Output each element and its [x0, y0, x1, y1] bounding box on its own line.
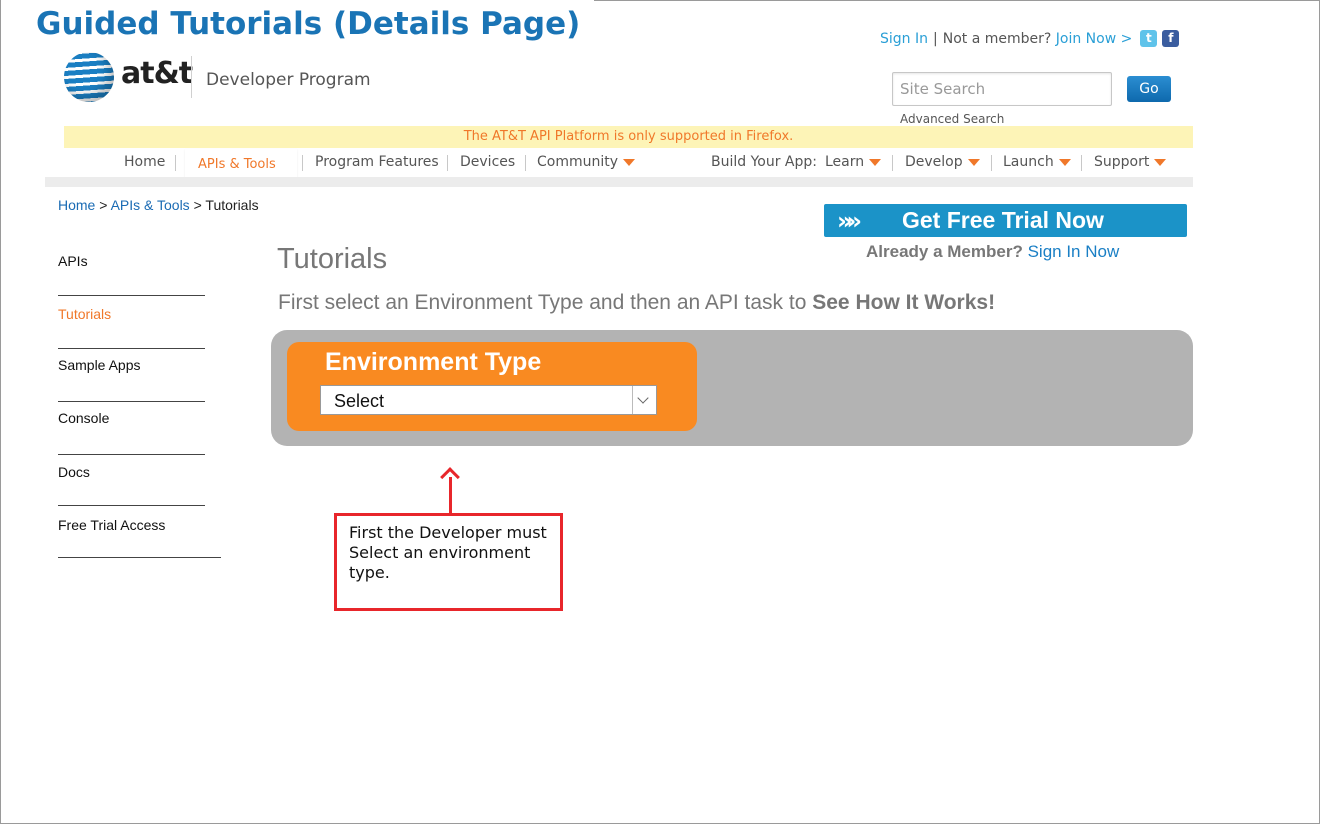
- twitter-icon[interactable]: t: [1140, 30, 1158, 47]
- sidebar-divider: [58, 295, 205, 296]
- nav-apis-tools[interactable]: APIs & Tools: [185, 149, 297, 180]
- environment-type-select[interactable]: Select: [320, 385, 657, 415]
- breadcrumb-sep: >: [193, 197, 202, 213]
- sidebar-item-console[interactable]: Console: [58, 410, 109, 426]
- get-free-trial-button[interactable]: »» Get Free Trial Now: [824, 204, 1187, 237]
- breadcrumb-current: Tutorials: [205, 197, 259, 213]
- nav-divider: [302, 155, 303, 171]
- chevron-down-icon[interactable]: [632, 386, 656, 414]
- chevron-down-icon: [869, 158, 882, 166]
- nav-divider: [525, 155, 526, 171]
- main-nav: Home APIs & Tools Program Features Devic…: [45, 149, 1193, 180]
- breadcrumb-sep: >: [99, 197, 108, 213]
- logo-divider: [191, 56, 192, 98]
- get-free-trial-label: Get Free Trial Now: [902, 207, 1104, 233]
- sidebar-divider: [58, 454, 205, 455]
- chevron-down-icon: [967, 158, 980, 166]
- sidebar-item-tutorials[interactable]: Tutorials: [58, 306, 111, 322]
- sidebar-item-sample-apps[interactable]: Sample Apps: [58, 357, 141, 373]
- environment-type-label: Environment Type: [325, 348, 542, 376]
- nav-divider: [175, 155, 176, 171]
- build-your-app-label: Build Your App:: [711, 154, 817, 170]
- search-go-button[interactable]: Go: [1127, 76, 1171, 102]
- instruction-prefix: First select an Environment Type and the…: [278, 291, 807, 314]
- sidebar-divider: [58, 401, 205, 402]
- sign-in-link[interactable]: Sign In: [880, 31, 928, 47]
- facebook-icon[interactable]: f: [1162, 30, 1180, 47]
- join-now-link[interactable]: Join Now >: [1056, 31, 1133, 47]
- doc-title: Guided Tutorials (Details Page): [36, 6, 581, 42]
- nav-devices[interactable]: Devices: [460, 154, 515, 170]
- nav-develop-label: Develop: [905, 154, 963, 170]
- member-prompt: Already a Member? Sign In Now: [866, 242, 1119, 262]
- chevron-down-icon: [623, 158, 636, 166]
- nav-divider: [1081, 155, 1082, 171]
- environment-select-value: Select: [334, 391, 385, 411]
- nav-underline-bar: [45, 177, 1193, 187]
- nav-support[interactable]: Support: [1094, 154, 1167, 170]
- frame-top-line: [594, 0, 1320, 1]
- nav-develop[interactable]: Develop: [905, 154, 980, 170]
- instruction-emphasis: See How It Works!: [812, 291, 996, 314]
- breadcrumb-apis-tools[interactable]: APIs & Tools: [111, 197, 190, 213]
- nav-launch[interactable]: Launch: [1003, 154, 1071, 170]
- nav-support-label: Support: [1094, 154, 1150, 170]
- environment-type-box: Environment Type Select: [287, 342, 697, 431]
- nav-launch-label: Launch: [1003, 154, 1054, 170]
- advanced-search-link[interactable]: Advanced Search: [900, 112, 1004, 126]
- nav-apis-tools-label: APIs & Tools: [198, 157, 276, 172]
- chevron-down-icon: [1058, 158, 1071, 166]
- nav-learn-label: Learn: [825, 154, 865, 170]
- sidebar-item-docs[interactable]: Docs: [58, 464, 90, 480]
- nav-divider: [991, 155, 992, 171]
- site-search-input[interactable]: [892, 72, 1112, 106]
- link-separator: |: [933, 30, 938, 47]
- breadcrumb-home[interactable]: Home: [58, 197, 95, 213]
- sign-in-now-link[interactable]: Sign In Now: [1028, 242, 1120, 261]
- breadcrumb: Home > APIs & Tools > Tutorials: [58, 197, 259, 213]
- program-name: Developer Program: [206, 70, 371, 90]
- account-links: Sign In | Not a member? Join Now > t f: [880, 30, 1180, 47]
- sidebar-item-free-trial-access[interactable]: Free Trial Access: [58, 517, 165, 533]
- already-member-text: Already a Member?: [866, 242, 1023, 261]
- nav-learn[interactable]: Learn: [825, 154, 882, 170]
- sidebar-divider: [58, 505, 205, 506]
- instruction-text: First select an Environment Type and the…: [278, 291, 995, 315]
- nav-home[interactable]: Home: [124, 154, 165, 170]
- page-title: Tutorials: [277, 243, 388, 275]
- double-chevron-icon: »»: [837, 207, 862, 235]
- nav-divider: [892, 155, 893, 171]
- annotation-note: First the Developer must Select an envir…: [334, 513, 563, 611]
- nav-program-features[interactable]: Program Features: [315, 154, 439, 170]
- sidebar-divider: [58, 348, 205, 349]
- nav-divider: [447, 155, 448, 171]
- att-globe-icon: [64, 52, 114, 102]
- chevron-down-icon: [1154, 158, 1167, 166]
- sidebar-divider: [58, 557, 221, 558]
- not-member-text: Not a member?: [942, 30, 1052, 47]
- browser-notice: The AT&T API Platform is only supported …: [64, 126, 1193, 148]
- nav-community[interactable]: Community: [537, 154, 636, 170]
- att-logo[interactable]: at&t Developer Program: [64, 52, 384, 102]
- nav-community-label: Community: [537, 154, 619, 170]
- logo-wordmark: at&t: [121, 56, 193, 91]
- sidebar-item-apis[interactable]: APIs: [58, 253, 88, 269]
